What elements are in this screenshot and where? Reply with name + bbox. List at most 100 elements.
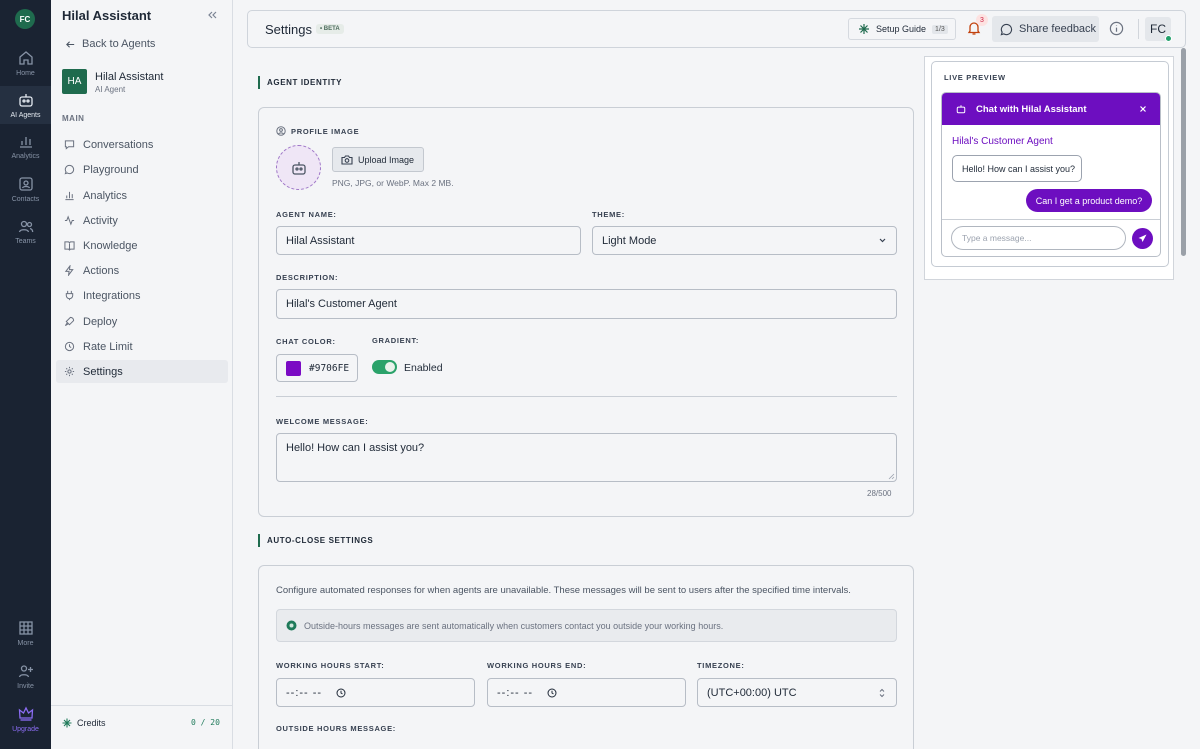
sidebar-title: Hilal Assistant (62, 8, 152, 23)
theme-value: Light Mode (602, 234, 657, 247)
rail-item-more[interactable]: More (0, 620, 51, 656)
upload-hint: PNG, JPG, or WebP. Max 2 MB. (332, 178, 454, 188)
rail-item-upgrade[interactable]: Upgrade (0, 706, 51, 742)
welcome-message-label: WELCOME MESSAGE: (276, 417, 369, 426)
setup-guide-button[interactable]: Setup Guide 1/3 (848, 18, 956, 40)
crown-icon (18, 706, 33, 721)
section-accent (258, 76, 260, 89)
chart-icon (19, 137, 32, 148)
rail-item-label: More (17, 640, 34, 647)
info-icon[interactable] (1109, 21, 1124, 36)
activity-icon (64, 215, 75, 226)
nav-item-analytics[interactable]: Analytics (56, 184, 228, 207)
nav-item-knowledge[interactable]: Knowledge (56, 234, 228, 257)
agent-name-label: AGENT NAME: (276, 210, 337, 219)
share-feedback-button[interactable]: Share feedback (992, 16, 1099, 42)
timezone-label: TIMEZONE: (697, 661, 745, 670)
rail-item-label: Invite (17, 683, 34, 690)
clock-icon (64, 341, 75, 352)
bot-icon (291, 161, 306, 175)
book-icon (64, 241, 75, 251)
rail-item-ai-agents[interactable]: AI Agents (0, 86, 51, 124)
gear-icon (64, 366, 75, 377)
color-swatch (286, 360, 301, 376)
chat-color-picker[interactable]: #9706FE (276, 354, 358, 382)
rail-item-analytics[interactable]: Analytics (0, 133, 51, 169)
rail-item-label: Upgrade (12, 726, 39, 733)
message-icon (64, 140, 75, 150)
nav-item-deploy[interactable]: Deploy (56, 310, 228, 333)
chat-message-input[interactable]: Type a message... (951, 226, 1126, 250)
nav-item-label: Analytics (83, 189, 128, 202)
sparkle-icon (62, 718, 72, 728)
outside-hours-message-label: OUTSIDE HOURS MESSAGE: (276, 724, 396, 733)
nav-item-conversations[interactable]: Conversations (56, 133, 228, 156)
notification-badge: 3 (976, 14, 988, 26)
theme-label: THEME: (592, 210, 625, 219)
theme-select[interactable]: Light Mode (592, 226, 897, 255)
bar-chart-icon (65, 191, 74, 201)
teams-icon (18, 220, 33, 233)
grid-icon (18, 621, 33, 635)
workspace-logo[interactable]: FC (15, 9, 35, 29)
collapse-icon[interactable] (206, 9, 218, 21)
rail-item-label: Teams (15, 238, 36, 245)
profile-image-placeholder[interactable] (276, 145, 321, 190)
nav-item-rate-limit[interactable]: Rate Limit (56, 335, 228, 358)
beta-badge: • BETA (316, 24, 344, 34)
welcome-message-textarea[interactable]: Hello! How can I assist you? (276, 433, 897, 482)
chat-widget: Chat with Hilal Assistant Hilal's Custom… (941, 92, 1161, 257)
agent-name-input[interactable]: Hilal Assistant (276, 226, 581, 255)
working-hours-end-input[interactable]: --:-- -- (487, 678, 686, 707)
nav-section-label: MAIN (62, 114, 85, 123)
section-accent (258, 534, 260, 547)
sparkle-icon (859, 24, 869, 34)
close-icon[interactable] (1139, 105, 1147, 113)
profile-image-label: PROFILE IMAGE (276, 126, 359, 136)
agent-name: Hilal Assistant (95, 71, 164, 83)
timezone-select[interactable]: (UTC+00:00) UTC (697, 678, 897, 707)
send-button[interactable] (1132, 228, 1153, 249)
chevron-up-down-icon (879, 688, 885, 697)
rail-item-teams[interactable]: Teams (0, 218, 51, 254)
profile-image-text: PROFILE IMAGE (291, 126, 360, 136)
rail-item-home[interactable]: Home (0, 47, 51, 83)
gradient-toggle[interactable] (372, 360, 397, 374)
nav-item-label: Conversations (83, 138, 154, 151)
nav-item-actions[interactable]: Actions (56, 259, 228, 282)
clock-icon (336, 688, 346, 697)
nav-item-integrations[interactable]: Integrations (56, 284, 228, 307)
gradient-label: GRADIENT: (372, 336, 420, 345)
live-preview-frame: LIVE PREVIEW Chat with Hilal Assistant H… (931, 61, 1169, 267)
scrollbar-thumb[interactable] (1181, 48, 1186, 256)
working-hours-start-input[interactable]: --:-- -- (276, 678, 475, 707)
nav-item-playground[interactable]: Playground (56, 158, 228, 181)
nav-item-label: Playground (83, 163, 139, 176)
working-hours-start-label: WORKING HOURS START: (276, 661, 385, 670)
message-circle-icon (1000, 23, 1013, 35)
resize-handle-icon[interactable] (888, 473, 895, 480)
nav-item-activity[interactable]: Activity (56, 209, 228, 232)
chat-widget-header: Chat with Hilal Assistant (942, 93, 1160, 125)
camera-icon (341, 154, 353, 165)
bot-message-bubble: Hello! How can I assist you? (952, 155, 1082, 182)
rail-item-contacts[interactable]: Contacts (0, 176, 51, 212)
section-title: AUTO-CLOSE SETTINGS (267, 536, 374, 545)
user-circle-icon (276, 126, 286, 136)
description-input[interactable]: Hilal's Customer Agent (276, 289, 897, 319)
rail-item-invite[interactable]: Invite (0, 663, 51, 699)
back-to-agents-link[interactable]: Back to Agents (65, 38, 155, 50)
welcome-char-count: 28/500 (867, 489, 892, 498)
upload-image-button[interactable]: Upload Image (332, 147, 424, 172)
chat-color-label: CHAT COLOR: (276, 337, 336, 346)
invite-icon (18, 665, 33, 678)
chevron-down-icon (879, 238, 886, 243)
rail-item-label: Home (16, 70, 35, 77)
arrow-left-icon (66, 40, 75, 48)
page-title: Settings (265, 22, 312, 37)
nav-item-settings[interactable]: Settings (56, 360, 228, 383)
setup-guide-label: Setup Guide (876, 24, 927, 34)
auto-close-heading: AUTO-CLOSE SETTINGS (258, 534, 373, 547)
rail-item-label: Contacts (11, 196, 40, 203)
chat-color-value: #9706FE (309, 362, 350, 374)
